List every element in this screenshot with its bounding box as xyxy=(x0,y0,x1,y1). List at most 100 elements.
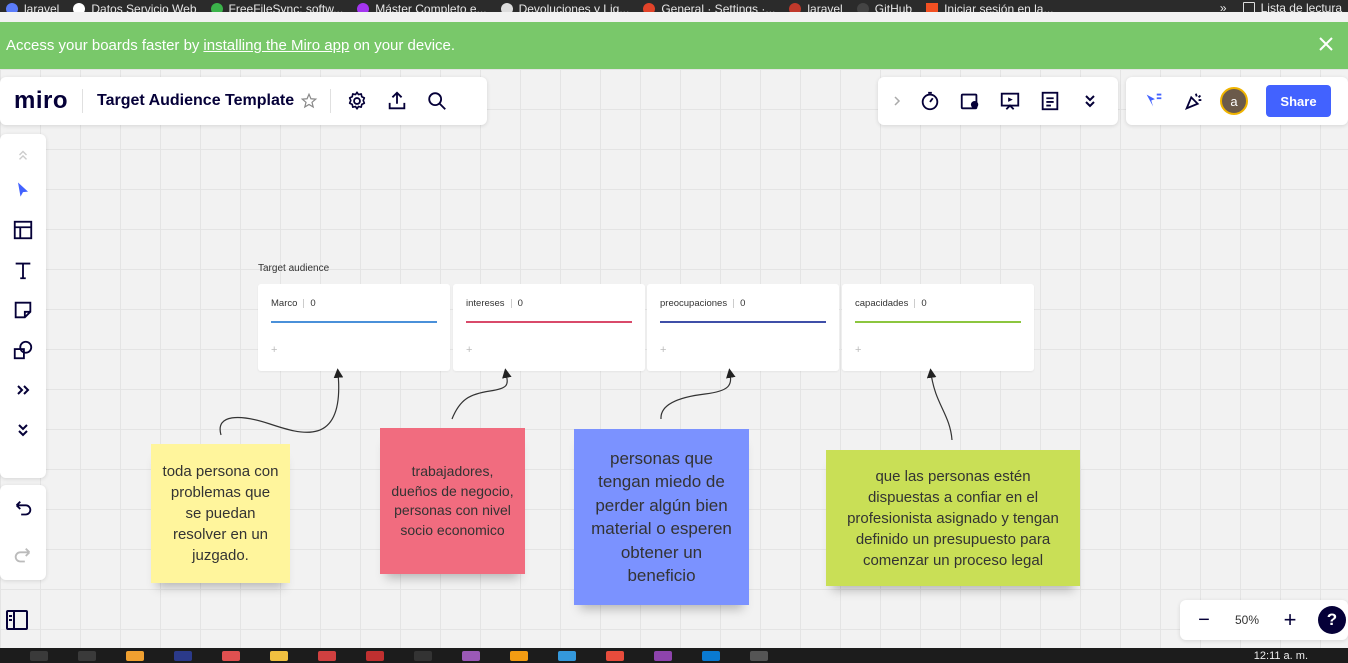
column-card-intereses[interactable]: intereses 0 + xyxy=(453,284,645,371)
connector-line[interactable] xyxy=(926,368,953,441)
bookmark[interactable]: laravel xyxy=(789,3,843,12)
select-tool[interactable] xyxy=(5,170,41,210)
taskbar-app[interactable] xyxy=(366,650,384,661)
reading-list-button[interactable]: Lista de lectura xyxy=(1242,1,1342,12)
expand-toolbar-button[interactable] xyxy=(5,410,41,450)
gitlab-icon xyxy=(643,3,656,12)
taskbar-app[interactable] xyxy=(78,650,96,661)
sticky-note[interactable]: personas que tengan miedo de perder algú… xyxy=(574,429,749,605)
sidebar-toggle-icon[interactable] xyxy=(5,609,31,631)
text-tool[interactable] xyxy=(5,250,41,290)
text-icon xyxy=(15,262,31,280)
install-app-link[interactable]: installing the Miro app xyxy=(203,37,349,54)
undo-button[interactable] xyxy=(5,489,41,529)
board-canvas[interactable]: miro Target Audience Template a Share Ta… xyxy=(0,69,1348,648)
bookmarks-bar: laravel Datos Servicio Web FreeFileSync:… xyxy=(0,0,1348,12)
export-button[interactable] xyxy=(377,81,417,121)
bookmark[interactable]: Devoluciones y Liq... xyxy=(500,3,629,12)
connector-line[interactable] xyxy=(451,368,512,420)
close-icon[interactable] xyxy=(1316,34,1336,54)
avatar[interactable]: a xyxy=(1220,87,1248,115)
timer-button[interactable] xyxy=(910,81,950,121)
board-title[interactable]: Target Audience Template xyxy=(97,92,294,110)
help-button[interactable]: ? xyxy=(1318,606,1346,634)
bookmark-icon xyxy=(357,3,370,12)
cursor-icon xyxy=(1146,93,1162,107)
chevron-double-down-icon xyxy=(18,424,28,437)
taskbar-app[interactable] xyxy=(414,650,432,661)
add-item-button[interactable]: + xyxy=(855,344,861,356)
laravel-icon xyxy=(789,3,802,12)
presentation-button[interactable] xyxy=(990,81,1030,121)
search-icon xyxy=(428,92,446,110)
add-item-button[interactable]: + xyxy=(466,344,472,356)
sticky-note[interactable]: toda persona con problemas que se puedan… xyxy=(151,444,290,583)
add-item-button[interactable]: + xyxy=(271,344,277,356)
taskbar-app[interactable] xyxy=(318,650,336,661)
chevron-double-up-icon xyxy=(19,150,27,160)
expand-button[interactable] xyxy=(884,81,910,121)
taskbar-app[interactable] xyxy=(270,650,288,661)
shapes-tool[interactable] xyxy=(5,330,41,370)
voting-button[interactable] xyxy=(950,81,990,121)
taskbar-app[interactable] xyxy=(462,650,480,661)
search-button[interactable] xyxy=(417,81,457,121)
card-icon xyxy=(960,93,979,110)
redo-button[interactable] xyxy=(5,536,41,576)
sticky-note[interactable]: trabajadores, dueños de negocio, persona… xyxy=(380,428,525,574)
sticky-note[interactable]: que las personas estén dispuestas a conf… xyxy=(826,450,1080,586)
star-icon xyxy=(300,92,318,109)
bookmark[interactable]: GitHub xyxy=(856,3,912,12)
taskbar-app[interactable] xyxy=(654,650,672,661)
taskbar-app[interactable] xyxy=(510,650,528,661)
divider xyxy=(330,89,332,113)
taskbar-app[interactable] xyxy=(30,650,48,661)
connector-line[interactable] xyxy=(660,368,736,420)
taskbar-app[interactable] xyxy=(222,650,240,661)
taskbar-app[interactable] xyxy=(126,650,144,661)
column-header: preocupaciones 0 xyxy=(660,298,746,309)
zoom-level[interactable]: 50% xyxy=(1218,613,1276,627)
more-tools-button[interactable] xyxy=(1070,81,1110,121)
taskbar-app[interactable] xyxy=(174,650,192,661)
taskbar-app[interactable] xyxy=(606,650,624,661)
add-item-button[interactable]: + xyxy=(660,344,666,356)
sticky-note-tool[interactable] xyxy=(5,290,41,330)
frame-title[interactable]: Target audience xyxy=(258,263,329,274)
star-button[interactable] xyxy=(294,81,324,121)
share-button[interactable]: Share xyxy=(1266,85,1331,117)
column-card-preocupaciones[interactable]: preocupaciones 0 + xyxy=(647,284,839,371)
bookmark[interactable]: Iniciar sesión en la... xyxy=(926,3,1053,12)
cursor-follow-button[interactable] xyxy=(1134,81,1174,121)
bookmark[interactable]: General · Settings ·... xyxy=(643,3,775,12)
reading-list-icon xyxy=(1242,2,1255,12)
notes-button[interactable] xyxy=(1030,81,1070,121)
taskbar-app[interactable] xyxy=(558,650,576,661)
zoom-out-button[interactable]: − xyxy=(1190,606,1218,634)
sticky-note-text: que las personas estén dispuestas a conf… xyxy=(847,467,1059,569)
bookmark[interactable]: laravel xyxy=(6,3,59,12)
bookmark[interactable]: Datos Servicio Web xyxy=(73,3,197,12)
column-card-capacidades[interactable]: capacidades 0 + xyxy=(842,284,1034,371)
zoom-in-button[interactable]: + xyxy=(1276,606,1304,634)
connector-line[interactable] xyxy=(219,368,344,436)
taskbar-app[interactable] xyxy=(702,650,720,661)
bookmark[interactable]: FreeFileSync: softw... xyxy=(210,3,343,12)
templates-tool[interactable] xyxy=(5,210,41,250)
sticky-note-text: toda persona con problemas que se puedan… xyxy=(162,463,279,564)
settings-button[interactable] xyxy=(337,81,377,121)
sticky-note-icon xyxy=(14,301,32,319)
miro-logo[interactable]: miro xyxy=(14,87,68,115)
more-apps-button[interactable] xyxy=(5,370,41,410)
undo-icon xyxy=(15,500,32,516)
bookmark[interactable]: Máster Completo e... xyxy=(357,3,487,12)
gear-icon xyxy=(348,91,366,110)
layout-icon xyxy=(13,220,33,240)
column-header: capacidades 0 xyxy=(855,298,927,309)
taskbar-clock[interactable]: 12:11 a. m. xyxy=(1254,650,1308,662)
reactions-button[interactable] xyxy=(1174,81,1214,121)
column-card-marco[interactable]: Marco 0 + xyxy=(258,284,450,371)
bookmarks-overflow-button[interactable]: » xyxy=(1220,1,1227,12)
collapse-toolbar-button[interactable] xyxy=(5,140,41,170)
taskbar-app[interactable] xyxy=(750,650,768,661)
